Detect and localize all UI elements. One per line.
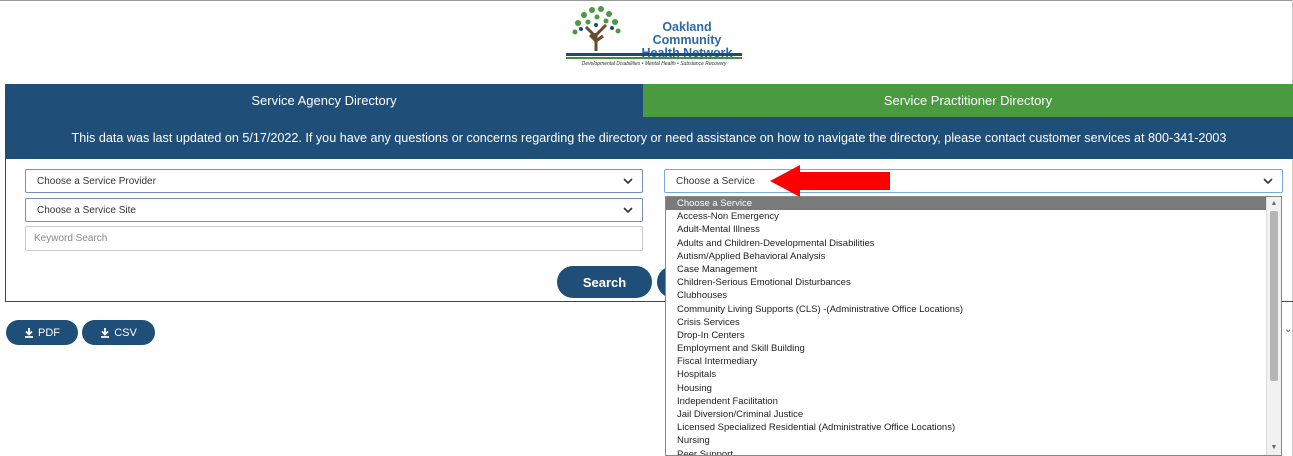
service-option[interactable]: Adult-Mental Illness [666,223,1281,236]
dropdown-scrollbar[interactable]: ▲ ▼ [1266,197,1281,455]
logo-tagline: Developmental Disabilities • Mental Heal… [581,61,727,67]
logo-bar [566,53,742,56]
service-option[interactable]: Children-Serious Emotional Disturbances [666,276,1281,289]
update-banner: This data was last updated on 5/17/2022.… [5,117,1293,159]
logo-name-line1: Oakland Community [652,20,722,47]
red-arrow-icon [770,165,890,197]
chevron-down-icon [623,207,633,214]
service-option[interactable]: Independent Facilitation [666,395,1281,408]
service-option[interactable]: Peer Support [666,448,1281,455]
service-option[interactable]: Choose a Service [666,197,1267,211]
service-option[interactable]: Community Living Supports (CLS) -(Admini… [666,303,1281,316]
chevron-down-icon: ⌄ [1284,324,1293,335]
service-option[interactable]: Clubhouses [666,289,1281,302]
chevron-down-icon [1263,178,1273,185]
tree-logo-icon [572,6,621,51]
service-option[interactable]: Jail Diversion/Criminal Justice [666,408,1281,421]
service-option[interactable]: Employment and Skill Building [666,342,1281,355]
service-provider-select[interactable]: Choose a Service Provider [25,169,643,193]
service-option[interactable]: Licensed Specialized Residential (Admini… [666,421,1281,434]
scroll-up-icon[interactable]: ▲ [1270,200,1278,208]
service-option[interactable]: Autism/Applied Behavioral Analysis [666,250,1281,263]
search-button[interactable]: Search [557,266,652,298]
pdf-download-button[interactable]: PDF [6,320,78,345]
service-option[interactable]: Crisis Services [666,316,1281,329]
service-option[interactable]: Housing [666,382,1281,395]
service-value: Choose a Service [676,175,755,187]
service-option[interactable]: Fiscal Intermediary [666,355,1281,368]
service-site-value: Choose a Service Site [37,204,136,216]
service-dropdown-list[interactable]: Choose a Service Access-Non Emergency Adul… [665,196,1282,456]
csv-label: CSV [114,326,137,339]
download-icon [25,327,33,338]
service-option[interactable]: Adults and Children-Developmental Disabi… [666,237,1281,250]
scroll-down-icon[interactable]: ▼ [1270,444,1278,452]
ochn-logo: Oakland Community Health Network Develop… [566,3,746,71]
pdf-label: PDF [38,326,60,339]
service-option[interactable]: Hospitals [666,368,1281,381]
service-option[interactable]: Access-Non Emergency [666,210,1281,223]
service-provider-value: Choose a Service Provider [37,175,156,187]
download-icon [101,327,110,338]
keyword-search-input[interactable]: Keyword Search [25,226,643,251]
service-site-select[interactable]: Choose a Service Site [25,198,643,222]
keyword-search-placeholder: Keyword Search [34,233,108,244]
service-option[interactable]: Case Management [666,263,1281,276]
csv-download-button[interactable]: CSV [82,320,155,345]
service-select[interactable]: Choose a Service [664,169,1283,193]
scrollbar-thumb[interactable] [1270,211,1278,381]
logo-bar-green [566,57,742,59]
service-option[interactable]: Nursing [666,434,1281,447]
chevron-down-icon [623,178,633,185]
tab-service-practitioner-directory[interactable]: Service Practitioner Directory [643,84,1293,117]
top-border [0,0,1293,1]
tab-service-agency-directory[interactable]: Service Agency Directory [5,84,643,117]
service-option[interactable]: Drop-In Centers [666,329,1281,342]
